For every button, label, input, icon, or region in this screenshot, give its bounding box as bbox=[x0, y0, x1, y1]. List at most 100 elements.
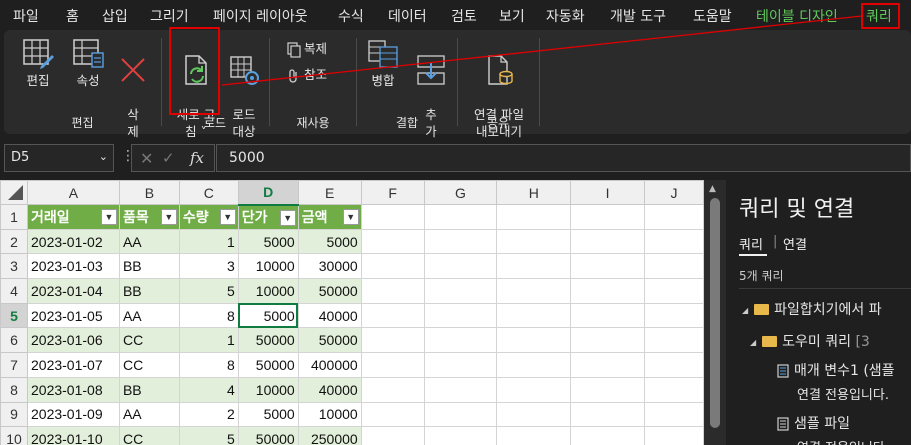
cell[interactable]: BB bbox=[118, 278, 180, 304]
cell[interactable] bbox=[360, 302, 425, 329]
cell[interactable] bbox=[496, 253, 572, 280]
filter-dropdown-icon[interactable]: ▼ bbox=[100, 209, 117, 225]
cell[interactable]: 30000 bbox=[297, 253, 362, 280]
menu-review[interactable]: 검토 bbox=[451, 6, 477, 26]
cell[interactable]: BB bbox=[118, 253, 180, 280]
cell[interactable]: 2023-01-10 bbox=[27, 426, 120, 445]
cell[interactable]: 5000 bbox=[297, 228, 362, 255]
cell[interactable] bbox=[423, 376, 498, 403]
menu-formulas[interactable]: 수식 bbox=[338, 6, 364, 26]
cell[interactable]: 2023-01-07 bbox=[27, 352, 120, 378]
cell[interactable] bbox=[496, 426, 572, 445]
cell[interactable] bbox=[360, 253, 425, 280]
table-header-cell[interactable]: 단가 ▼ bbox=[237, 204, 299, 230]
cell[interactable] bbox=[644, 278, 704, 304]
column-header-e[interactable]: E bbox=[297, 180, 362, 205]
expand-triangle-icon[interactable]: ◢ bbox=[742, 306, 748, 315]
cell[interactable] bbox=[644, 302, 704, 329]
column-header-f[interactable]: F bbox=[360, 180, 425, 205]
check-icon[interactable]: ✓ bbox=[162, 149, 175, 167]
cell[interactable] bbox=[496, 401, 572, 428]
cell[interactable] bbox=[496, 327, 572, 354]
cell[interactable]: 2023-01-08 bbox=[27, 376, 120, 403]
filter-dropdown-icon[interactable]: ▼ bbox=[279, 209, 296, 226]
column-header-b[interactable]: B bbox=[118, 180, 180, 205]
column-header-h[interactable]: H bbox=[496, 180, 572, 205]
cell[interactable] bbox=[570, 278, 646, 304]
name-box[interactable]: D5 ⌄ bbox=[4, 144, 114, 172]
cell[interactable]: 1 bbox=[178, 327, 239, 354]
column-header-d[interactable]: D bbox=[237, 180, 299, 206]
cell[interactable]: 10000 bbox=[237, 253, 299, 280]
cell[interactable]: 2023-01-04 bbox=[27, 278, 120, 304]
cell[interactable]: 2023-01-06 bbox=[27, 327, 120, 354]
column-header-c[interactable]: C bbox=[178, 180, 239, 205]
menu-insert[interactable]: 삽입 bbox=[102, 6, 128, 26]
cell[interactable]: 50000 bbox=[297, 278, 362, 304]
menu-table-design[interactable]: 테이블 디자인 bbox=[756, 6, 838, 26]
cell[interactable]: 5000 bbox=[237, 401, 299, 428]
chevron-down-icon[interactable]: ⌄ bbox=[99, 150, 108, 163]
cell[interactable] bbox=[644, 401, 704, 428]
cell[interactable] bbox=[496, 376, 572, 403]
cell[interactable] bbox=[360, 327, 425, 354]
cell[interactable] bbox=[423, 253, 498, 280]
menu-automate[interactable]: 자동화 bbox=[546, 6, 585, 26]
menu-draw[interactable]: 그리기 bbox=[150, 6, 189, 26]
menu-page-layout[interactable]: 페이지 레이아웃 bbox=[213, 6, 308, 26]
cell[interactable]: 1 bbox=[178, 228, 239, 255]
merge-button[interactable]: 병합 bbox=[363, 36, 403, 89]
cell[interactable]: CC bbox=[118, 426, 180, 445]
cell[interactable] bbox=[570, 426, 646, 445]
menu-view[interactable]: 보기 bbox=[499, 6, 525, 26]
cell[interactable] bbox=[570, 302, 646, 329]
row-header[interactable]: 2 bbox=[0, 228, 28, 255]
cell[interactable]: CC bbox=[118, 327, 180, 354]
insert-function-icon[interactable]: fx bbox=[190, 149, 204, 167]
row-header[interactable]: 6 bbox=[0, 327, 28, 354]
cell[interactable]: 50000 bbox=[237, 352, 299, 378]
expand-triangle-icon[interactable]: ◢ bbox=[750, 338, 756, 347]
spreadsheet-grid[interactable]: A B C D E F G H I J 1 거래일 ▼ 품목 ▼ 수량 ▼ 단가 ▼ 금… bbox=[0, 180, 704, 445]
cell[interactable]: AA bbox=[118, 401, 180, 428]
row-header[interactable]: 5 bbox=[0, 302, 28, 329]
cell[interactable] bbox=[423, 302, 498, 329]
cell[interactable]: 2023-01-02 bbox=[27, 228, 120, 255]
cell[interactable]: 3 bbox=[178, 253, 239, 280]
filter-dropdown-icon[interactable]: ▼ bbox=[342, 209, 359, 225]
cell[interactable]: AA bbox=[118, 302, 180, 329]
cell[interactable]: 400000 bbox=[297, 352, 362, 378]
cell[interactable] bbox=[644, 204, 704, 230]
cell[interactable]: 50000 bbox=[237, 327, 299, 354]
cell[interactable]: 4 bbox=[178, 376, 239, 403]
cell[interactable] bbox=[360, 401, 425, 428]
cell[interactable] bbox=[644, 376, 704, 403]
active-cell[interactable]: 5000 bbox=[237, 302, 299, 329]
query-folder-1[interactable]: ◢ 파일합치기에서 파 bbox=[742, 299, 882, 319]
cell[interactable]: 250000 bbox=[297, 426, 362, 445]
cell[interactable]: 10000 bbox=[297, 401, 362, 428]
cell[interactable] bbox=[423, 228, 498, 255]
select-all-corner[interactable] bbox=[0, 180, 28, 205]
cell[interactable] bbox=[360, 426, 425, 445]
tab-queries[interactable]: 쿼리 bbox=[739, 234, 763, 253]
table-header-cell[interactable]: 거래일 ▼ bbox=[27, 204, 120, 230]
cell[interactable] bbox=[360, 278, 425, 304]
query-item-parameter[interactable]: 매개 변수1 (샘플 bbox=[777, 360, 895, 380]
cell[interactable] bbox=[570, 352, 646, 378]
cell[interactable]: 40000 bbox=[297, 376, 362, 403]
cell[interactable]: CC bbox=[118, 352, 180, 378]
row-header[interactable]: 9 bbox=[0, 401, 28, 428]
edit-button[interactable]: 편집 bbox=[16, 36, 60, 89]
menu-data[interactable]: 데이터 bbox=[388, 6, 427, 26]
scroll-thumb[interactable] bbox=[710, 198, 720, 428]
cell[interactable] bbox=[423, 327, 498, 354]
cell[interactable] bbox=[644, 253, 704, 280]
cell[interactable]: 8 bbox=[178, 352, 239, 378]
cell[interactable] bbox=[423, 401, 498, 428]
cell[interactable]: 10000 bbox=[237, 278, 299, 304]
row-header[interactable]: 3 bbox=[0, 253, 28, 280]
cell[interactable] bbox=[360, 204, 425, 230]
query-item-sample-file[interactable]: 샘플 파일 bbox=[777, 413, 850, 433]
table-header-cell[interactable]: 수량 ▼ bbox=[178, 204, 239, 230]
